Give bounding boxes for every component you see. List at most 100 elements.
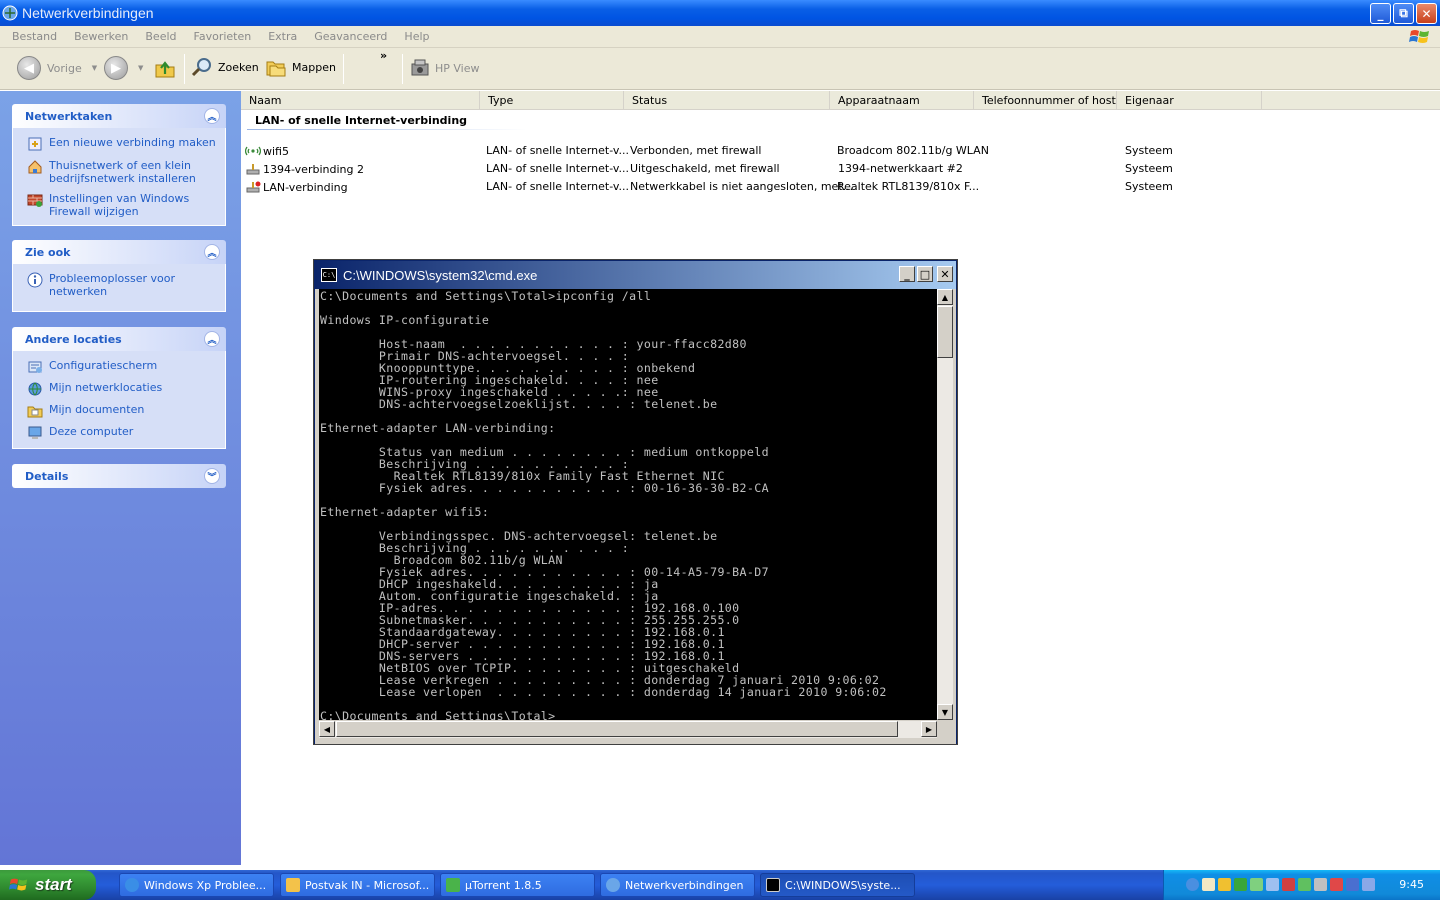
expand-chevron-icon[interactable]: ︾ xyxy=(204,468,220,484)
utorrent-tray-icon[interactable] xyxy=(1234,878,1247,891)
alert-tray-icon[interactable] xyxy=(1330,878,1343,891)
new-connection-icon xyxy=(28,137,42,151)
forward-dropdown-icon[interactable]: ▼ xyxy=(138,64,143,72)
toolbar-overflow-button[interactable]: » xyxy=(380,49,387,62)
task-new-connection[interactable]: Een nieuwe verbinding maken xyxy=(27,136,217,152)
network-tasks-box: Netwerktaken ︽ Een nieuwe verbinding mak… xyxy=(12,104,226,226)
connection-type: LAN- of snelle Internet-v... xyxy=(486,180,630,193)
horizontal-scrollbar[interactable]: ◀ ▶ xyxy=(319,721,937,738)
menu-file[interactable]: Bestand xyxy=(12,30,57,43)
task-pane: Netwerktaken ︽ Een nieuwe verbinding mak… xyxy=(0,91,241,865)
task-firewall-settings[interactable]: Instellingen van Windows Firewall wijzig… xyxy=(27,192,217,218)
bluetooth-tray-icon[interactable] xyxy=(1346,878,1359,891)
network-connections-icon xyxy=(2,5,18,21)
collapse-chevron-icon[interactable]: ︽ xyxy=(204,331,220,347)
column-name[interactable]: Naam xyxy=(241,91,480,110)
column-type[interactable]: Type xyxy=(480,91,624,110)
hp-view-label: HP View xyxy=(435,61,480,75)
scroll-left-arrow-icon[interactable]: ◀ xyxy=(319,721,335,737)
menu-tools[interactable]: Extra xyxy=(268,30,297,43)
tray-expand-icon[interactable] xyxy=(1186,878,1199,891)
place-my-documents[interactable]: Mijn documenten xyxy=(27,403,217,419)
place-my-computer[interactable]: Deze computer xyxy=(27,425,217,441)
start-label: start xyxy=(35,875,72,894)
connection-name: LAN-verbinding xyxy=(263,181,348,194)
menu-advanced[interactable]: Geavanceerd xyxy=(314,30,387,43)
back-button[interactable]: ◀ Vorige ▼ xyxy=(17,56,97,80)
column-owner[interactable]: Eigenaar xyxy=(1117,91,1262,110)
taskbar-button-cmd[interactable]: C:\WINDOWS\syste... xyxy=(760,873,915,897)
menu-favorites[interactable]: Favorieten xyxy=(194,30,252,43)
other-places-title: Andere locaties xyxy=(25,332,122,346)
search-button[interactable]: Zoeken xyxy=(191,56,259,78)
clock-tray-icon[interactable] xyxy=(1218,878,1231,891)
cmd-close-button[interactable]: ✕ xyxy=(937,266,953,282)
back-arrow-icon: ◀ xyxy=(17,56,41,80)
security-tray-icon[interactable] xyxy=(1282,878,1295,891)
wireless-tray-icon[interactable] xyxy=(1250,878,1263,891)
menu-edit[interactable]: Bewerken xyxy=(74,30,128,43)
scroll-right-arrow-icon[interactable]: ▶ xyxy=(921,721,937,737)
wireless-connection-icon xyxy=(245,146,261,156)
restore-button[interactable]: ⧉ xyxy=(1393,3,1414,24)
up-folder-button[interactable] xyxy=(153,56,177,80)
cmd-titlebar[interactable]: C:\ C:\WINDOWS\system32\cmd.exe _ □ ✕ xyxy=(315,261,956,289)
forward-button[interactable]: ▶ ▼ xyxy=(104,56,143,80)
network-tray-icon[interactable] xyxy=(1266,878,1279,891)
task-network-troubleshooter[interactable]: Probleemoplosser voor netwerken xyxy=(27,272,217,298)
network-places-icon xyxy=(28,382,42,396)
task-home-network[interactable]: Thuisnetwerk of een klein bedrijfsnetwer… xyxy=(27,159,217,185)
connection-status: Verbonden, met firewall xyxy=(630,144,762,157)
wired-connection-unplugged-icon xyxy=(246,181,261,193)
connection-row[interactable]: 1394-verbinding 2 LAN- of snelle Interne… xyxy=(241,160,1241,178)
scroll-thumb[interactable] xyxy=(937,306,953,358)
collapse-chevron-icon[interactable]: ︽ xyxy=(204,108,220,124)
window-titlebar[interactable]: Netwerkverbindingen _ ⧉ ✕ xyxy=(0,0,1440,26)
column-status[interactable]: Status xyxy=(624,91,830,110)
menu-help[interactable]: Help xyxy=(404,30,429,43)
other-places-header[interactable]: Andere locaties ︽ xyxy=(12,327,226,351)
cmd-minimize-button[interactable]: _ xyxy=(899,266,915,282)
cmd-window[interactable]: C:\ C:\WINDOWS\system32\cmd.exe _ □ ✕ C:… xyxy=(313,259,958,745)
connection-row[interactable]: LAN-verbinding LAN- of snelle Internet-v… xyxy=(241,178,1241,196)
connection-row[interactable]: wifi5 LAN- of snelle Internet-v... Verbo… xyxy=(241,142,1241,160)
column-header-row: Naam Type Status Apparaatnaam Telefoonnu… xyxy=(241,91,1440,110)
cmd-icon xyxy=(766,878,780,892)
hp-view-button[interactable]: HP View xyxy=(410,58,480,78)
folders-button[interactable]: Mappen xyxy=(265,56,336,78)
taskbar-button-outlook[interactable]: Postvak IN - Microsof... xyxy=(280,873,435,897)
menu-view[interactable]: Beeld xyxy=(145,30,176,43)
info-icon xyxy=(27,272,43,288)
place-control-panel[interactable]: Configuratiescherm xyxy=(27,359,217,375)
taskbar-button-utorrent[interactable]: µTorrent 1.8.5 xyxy=(440,873,595,897)
see-also-header[interactable]: Zie ook ︽ xyxy=(12,240,226,264)
minimize-button[interactable]: _ xyxy=(1370,3,1391,24)
connection-owner: Systeem xyxy=(1125,180,1173,193)
cmd-maximize-button[interactable]: □ xyxy=(917,266,933,282)
mail-icon[interactable] xyxy=(1202,878,1215,891)
vertical-scrollbar[interactable]: ▲ ▼ xyxy=(937,289,953,720)
taskbar-button-ie[interactable]: Windows Xp Problee... xyxy=(119,873,274,897)
folders-icon xyxy=(266,61,286,77)
volume-tray-icon[interactable] xyxy=(1314,878,1327,891)
clock[interactable]: 9:45 xyxy=(1399,878,1424,891)
column-device-name[interactable]: Apparaatnaam xyxy=(830,91,974,110)
taskbar-button-network-connections[interactable]: Netwerkverbindingen xyxy=(600,873,755,897)
network-tasks-header[interactable]: Netwerktaken ︽ xyxy=(12,104,226,128)
internet-explorer-icon xyxy=(125,878,139,892)
back-label: Vorige xyxy=(47,61,82,75)
scroll-down-arrow-icon[interactable]: ▼ xyxy=(937,704,953,720)
update-tray-icon[interactable] xyxy=(1298,878,1311,891)
place-my-network[interactable]: Mijn netwerklocaties xyxy=(27,381,217,397)
details-header[interactable]: Details ︾ xyxy=(12,464,226,488)
column-phone-or-host[interactable]: Telefoonnummer of host... xyxy=(974,91,1117,110)
scroll-up-arrow-icon[interactable]: ▲ xyxy=(937,289,953,305)
collapse-chevron-icon[interactable]: ︽ xyxy=(204,244,220,260)
start-button[interactable]: start xyxy=(0,870,96,900)
close-button[interactable]: ✕ xyxy=(1416,3,1437,24)
speaker-tray-icon[interactable] xyxy=(1362,878,1375,891)
back-dropdown-icon[interactable]: ▼ xyxy=(92,64,97,72)
console-output[interactable]: C:\Documents and Settings\Total>ipconfig… xyxy=(319,289,937,720)
documents-folder-icon xyxy=(27,406,43,418)
hscroll-thumb[interactable] xyxy=(336,721,898,737)
